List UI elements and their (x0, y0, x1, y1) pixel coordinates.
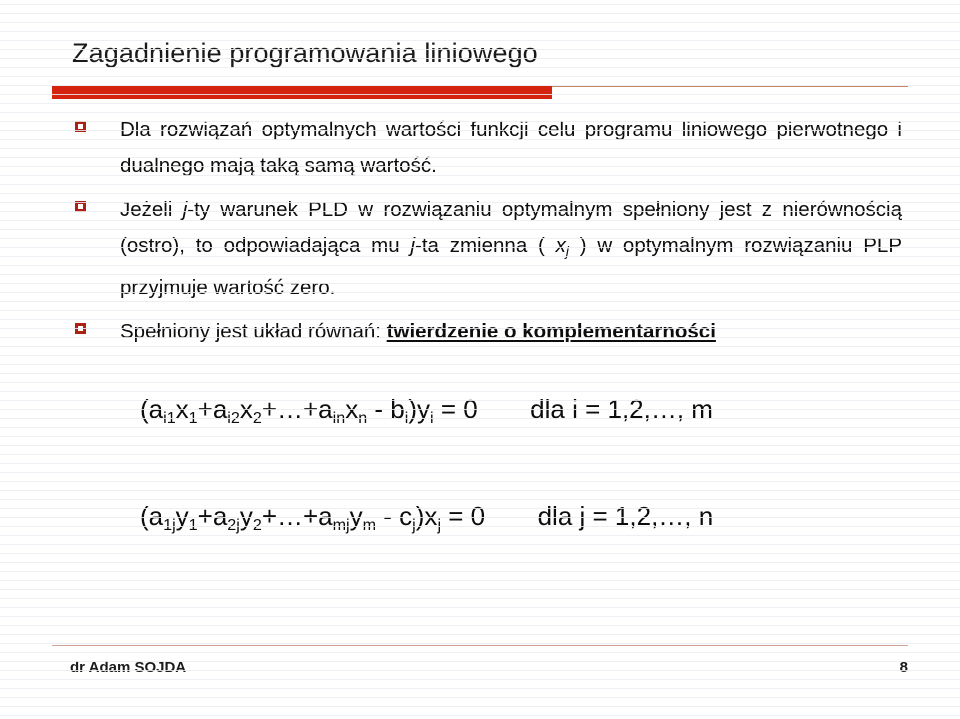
bullet-3-text: Spełniony jest układ równań: twierdzenie… (120, 319, 716, 343)
background-texture (0, 0, 960, 719)
title-divider (52, 86, 908, 100)
square-bullet-icon (75, 121, 86, 132)
equation-2: (a1jy1+a2jy2+…+amjym - cj)xj = 0 dla j =… (140, 499, 930, 542)
equation-1-condition: dla i = 1,2,…, m (530, 394, 713, 424)
equation-1-expression: (ai1x1+ai2x2+…+ainxn - bi)yi = 0 (140, 394, 478, 427)
bullet-item-2: Jeżeli j-ty warunek PLD w rozwiązaniu op… (72, 192, 902, 306)
footer-divider (52, 645, 908, 646)
bullet-1-text: Dla rozwiązań optymalnych wartości funkc… (120, 118, 902, 177)
title-divider-accent-bar (52, 86, 552, 99)
page-title: Zagadnienie programowania liniowego (72, 38, 538, 68)
equation-block: (ai1x1+ai2x2+…+ainxn - bi)yi = 0 dla i =… (140, 392, 930, 542)
slide: Zagadnienie programowania liniowego Dla … (0, 0, 960, 719)
equation-2-expression: (a1jy1+a2jy2+…+amjym - cj)xj = 0 (140, 500, 486, 534)
square-bullet-icon (75, 201, 86, 212)
bullet-2-text: Jeżeli j-ty warunek PLD w rozwiązaniu op… (120, 198, 902, 299)
equation-2-condition: dla j = 1,2,…, n (537, 500, 714, 531)
bullet-item-3: Spełniony jest układ równań: twierdzenie… (72, 314, 902, 350)
slide-body: Dla rozwiązań optymalnych wartości funkc… (72, 112, 902, 358)
footer-page-number: 8 (899, 659, 908, 676)
bullet-item-1: Dla rozwiązań optymalnych wartości funkc… (72, 112, 902, 184)
title-divider-thin-line (552, 86, 908, 87)
footer: dr Adam SOJDA 8 (70, 659, 908, 676)
square-bullet-icon (75, 322, 86, 334)
footer-author: dr Adam SOJDA (70, 659, 187, 676)
equation-1: (ai1x1+ai2x2+…+ainxn - bi)yi = 0 dla i =… (140, 392, 930, 435)
